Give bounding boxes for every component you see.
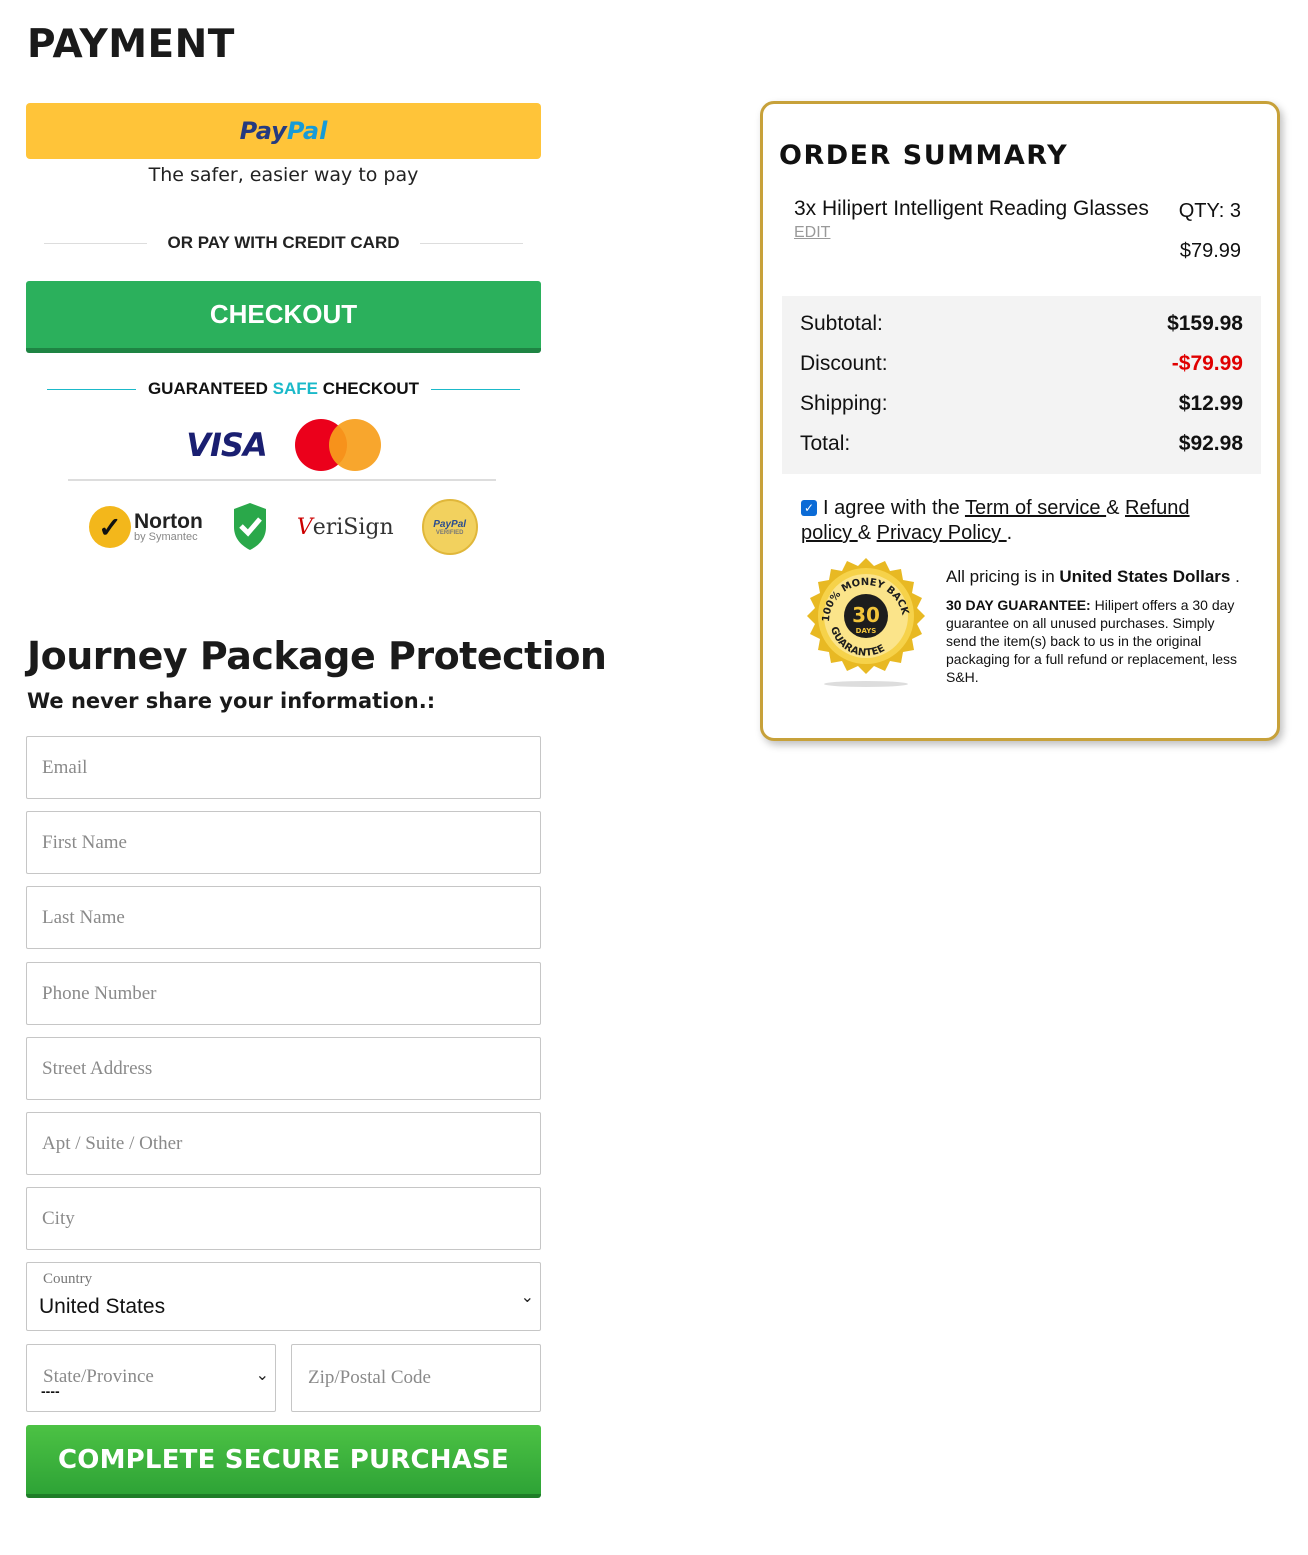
zip-field-wrapper: [291, 1344, 541, 1412]
order-summary-title: ORDER SUMMARY: [779, 140, 1069, 171]
phone-input[interactable]: [27, 963, 540, 1024]
paypal-button[interactable]: PayPal: [26, 103, 541, 159]
trust-badges: ✓ Norton by Symantec VeriSign PayPal VERI…: [89, 497, 541, 557]
order-summary-panel: ORDER SUMMARY 3x Hilipert Intelligent Re…: [760, 101, 1280, 741]
guaranteed-checkout-header: GUARANTEED SAFE CHECKOUT: [26, 379, 541, 399]
divider-text: OR PAY WITH CREDIT CARD: [167, 233, 400, 252]
paypal-logo: PayPal: [239, 117, 328, 145]
phone-field-wrapper: [26, 962, 541, 1025]
shipping-row: Shipping: $12.99: [800, 392, 1243, 415]
state-select[interactable]: State/Province ---- ⌄: [26, 1344, 276, 1412]
verisign-badge: VeriSign: [296, 514, 394, 540]
item-price: $79.99: [1179, 240, 1241, 262]
item-qty: QTY: 3: [1178, 200, 1241, 222]
last-name-field-wrapper: [26, 886, 541, 949]
item-name: 3x Hilipert Intelligent Reading Glasses: [794, 197, 1149, 220]
terms-link[interactable]: Term of service: [965, 497, 1106, 519]
norton-badge: ✓ Norton by Symantec: [89, 506, 203, 548]
total-row: Total: $92.98: [800, 432, 1243, 455]
credit-card-divider: OR PAY WITH CREDIT CARD: [26, 233, 541, 253]
first-name-field-wrapper: [26, 811, 541, 874]
last-name-input[interactable]: [27, 887, 540, 948]
checkout-button[interactable]: CHECKOUT: [26, 281, 541, 353]
apt-field-wrapper: [26, 1112, 541, 1175]
svg-text:DAYS: DAYS: [856, 627, 877, 635]
complete-purchase-button[interactable]: COMPLETE SECURE PURCHASE: [26, 1425, 541, 1498]
city-field-wrapper: [26, 1187, 541, 1250]
form-subtitle: We never share your information.:: [27, 689, 436, 713]
email-input[interactable]: [27, 737, 540, 798]
page-title: PAYMENT: [27, 22, 235, 67]
paypal-tagline: The safer, easier way to pay: [148, 164, 419, 186]
chevron-down-icon: ⌄: [520, 1289, 534, 1306]
terms-agreement: ✓ I agree with the Term of service & Refu…: [801, 497, 1190, 544]
discount-row: Discount: -$79.99: [800, 352, 1243, 375]
payment-column: PayPal The safer, easier way to pay OR P…: [26, 103, 541, 557]
zip-input[interactable]: [292, 1345, 540, 1411]
country-select[interactable]: Country United States ⌄: [26, 1262, 541, 1331]
money-back-seal-icon: 30 DAYS 100% MONEY BACK GUARANTEE: [807, 558, 925, 687]
norton-check-icon: ✓: [89, 506, 131, 548]
street-field-wrapper: [26, 1037, 541, 1100]
guarantee-text: 30 DAY GUARANTEE: Hilipert offers a 30 d…: [946, 597, 1238, 685]
security-shield-icon: [233, 503, 266, 550]
city-input[interactable]: [27, 1188, 540, 1249]
country-label: Country: [43, 1271, 93, 1287]
paypal-verified-badge: PayPal VERIFIED: [421, 499, 478, 555]
visa-logo: VISA: [186, 426, 267, 464]
street-address-input[interactable]: [27, 1038, 540, 1099]
email-field-wrapper: [26, 736, 541, 799]
privacy-link[interactable]: Privacy Policy: [877, 522, 1007, 544]
divider-line: [419, 242, 523, 244]
divider-line: [431, 388, 521, 390]
apt-suite-input[interactable]: [27, 1113, 540, 1174]
card-logos: VISA: [26, 417, 541, 473]
state-value: ----: [41, 1383, 60, 1399]
svg-text:30: 30: [852, 603, 880, 627]
agree-checkbox[interactable]: ✓: [801, 500, 817, 516]
mastercard-logo: [294, 419, 381, 471]
totals-box: Subtotal: $159.98 Discount: -$79.99 Shippi…: [782, 296, 1261, 474]
divider-line: [44, 242, 148, 244]
guaranteed-text: GUARANTEED SAFE CHECKOUT: [147, 379, 420, 398]
country-value: United States: [39, 1295, 166, 1318]
cards-separator: [68, 479, 496, 481]
first-name-input[interactable]: [27, 812, 540, 873]
divider-line: [46, 388, 136, 390]
form-title: Journey Package Protection: [27, 634, 607, 678]
pricing-note: All pricing is in United States Dollars …: [946, 567, 1240, 586]
edit-link[interactable]: EDIT: [794, 224, 830, 242]
subtotal-row: Subtotal: $159.98: [800, 312, 1243, 335]
chevron-down-icon: ⌄: [255, 1367, 269, 1384]
